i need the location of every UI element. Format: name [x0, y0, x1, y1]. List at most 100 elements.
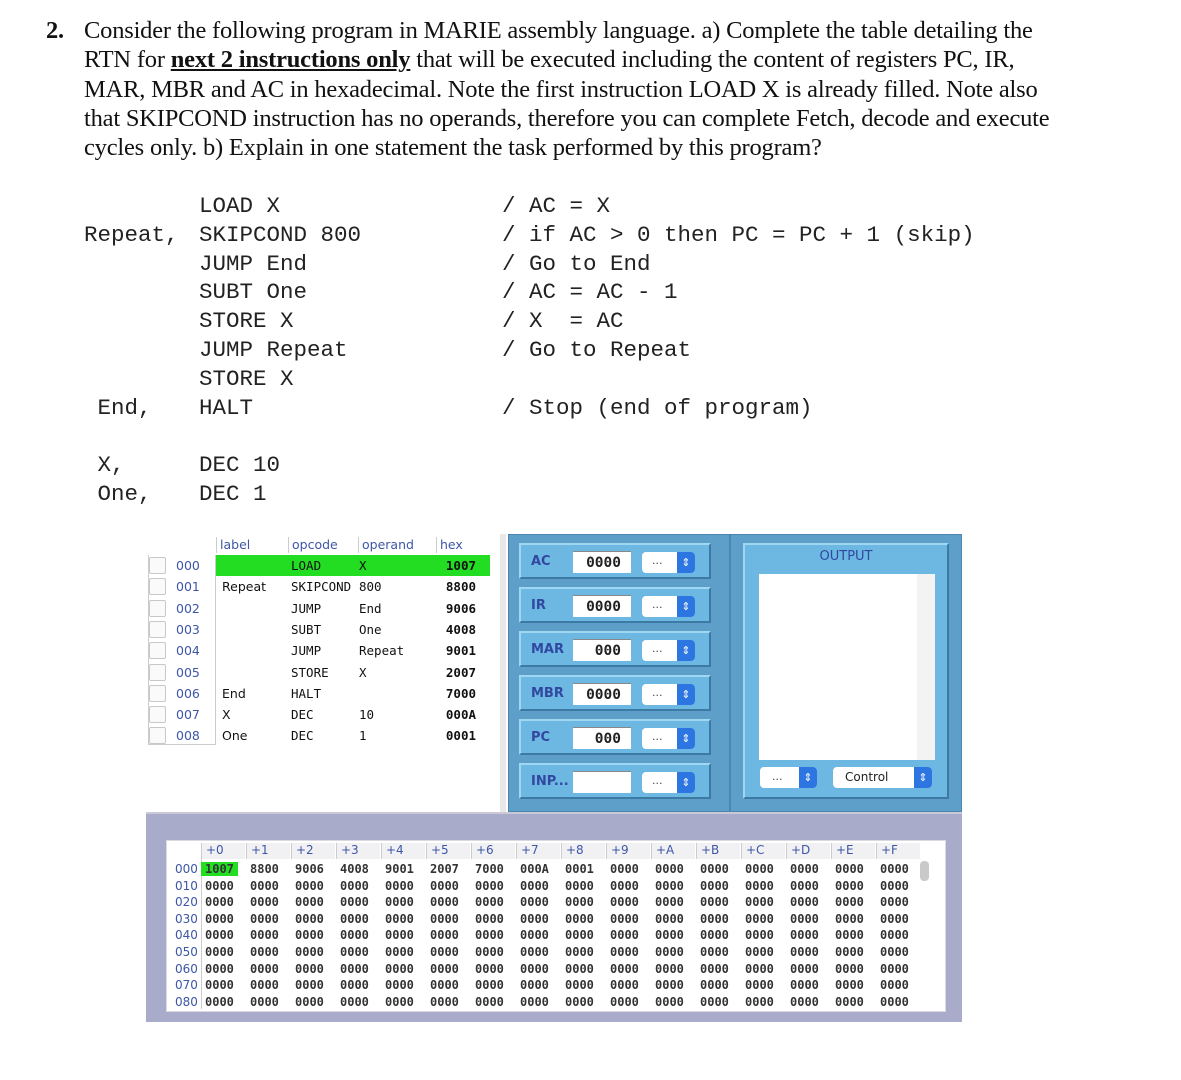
- memory-cell: 0000: [745, 994, 774, 1009]
- register-format-select[interactable]: ... ⇕: [642, 596, 695, 617]
- program-row[interactable]: 005 STORE X 2007: [146, 662, 500, 683]
- register-value-field[interactable]: [573, 771, 631, 793]
- memory-cell: 0000: [385, 911, 414, 926]
- register-value-field[interactable]: 000: [573, 727, 631, 749]
- program-row[interactable]: 000 LOAD X 1007: [146, 555, 500, 576]
- memory-row-address: 020: [175, 895, 198, 910]
- register-format-select[interactable]: ... ⇕: [642, 552, 695, 573]
- memory-cell: 0000: [250, 878, 279, 893]
- program-row[interactable]: 007 X DEC 10 000A: [146, 704, 500, 725]
- output-textarea[interactable]: [759, 574, 935, 760]
- program-address: 004: [176, 643, 200, 659]
- register-format-select[interactable]: ... ⇕: [642, 772, 695, 793]
- register-value-field[interactable]: 0000: [573, 551, 631, 573]
- memory-cell: 0000: [295, 945, 324, 959]
- output-format-select[interactable]: ... ⇕: [760, 767, 817, 788]
- breakpoint-checkbox[interactable]: [149, 663, 166, 681]
- code-instruction: DEC 1: [199, 480, 267, 507]
- memory-cell: 0000: [835, 895, 864, 910]
- breakpoint-checkbox[interactable]: [149, 706, 166, 724]
- memory-cell: 0000: [790, 978, 819, 993]
- memory-row: 010 0000 0000 0000 0000 0000 0000 0000 0000 0000 0…: [167, 878, 927, 895]
- program-opcode: DEC: [291, 707, 314, 723]
- memory-cell: 0000: [610, 945, 639, 959]
- code-instruction: LOAD X: [199, 193, 281, 219]
- memory-cell: 7000: [475, 862, 504, 876]
- memory-cell: 0000: [745, 945, 774, 959]
- program-address: 001: [176, 579, 200, 595]
- program-row[interactable]: 004 JUMP Repeat 9001: [146, 640, 500, 661]
- code-instruction: DEC 10: [199, 452, 281, 479]
- register-pc: PC 000... ⇕: [519, 719, 711, 755]
- register-format-select[interactable]: ... ⇕: [642, 640, 695, 661]
- output-box: OUTPUT ... ⇕ Control ⇕: [743, 543, 949, 799]
- memory-cell: 0000: [835, 928, 864, 943]
- chevron-updown-icon: ⇕: [677, 684, 695, 705]
- code-comment: / X = AC: [502, 308, 624, 335]
- memory-cell: 0000: [700, 911, 729, 926]
- memory-cell: 0000: [475, 895, 504, 910]
- program-row[interactable]: 006 End HALT 7000: [146, 683, 500, 704]
- breakpoint-checkbox[interactable]: [149, 684, 166, 702]
- memory-cell: 0000: [475, 994, 504, 1009]
- register-name: INP...: [531, 774, 569, 789]
- program-opcode: JUMP: [291, 643, 322, 659]
- program-address: 003: [176, 621, 200, 637]
- program-operand: One: [359, 621, 382, 637]
- memory-cell: 0000: [700, 945, 729, 959]
- memory-table: +0 +1 +2 +3 +4 +5 +6 +7 +8 +9 +A +B +C +D +E +F 000 1007 8…: [166, 840, 946, 1012]
- code-instruction: SUBT One: [199, 279, 308, 306]
- memory-cell: 0000: [520, 895, 549, 910]
- chevron-updown-icon: ⇕: [677, 552, 695, 573]
- memory-row: 080 0000 0000 0000 0000 0000 0000 0000 0000 0000 0…: [167, 994, 927, 1011]
- program-hex: 9001: [445, 643, 476, 659]
- breakpoint-checkbox[interactable]: [149, 727, 166, 745]
- code-instruction: STORE X: [199, 365, 294, 392]
- register-name: MBR: [531, 686, 564, 701]
- output-panel: OUTPUT ... ⇕ Control ⇕: [730, 534, 962, 812]
- chevron-updown-icon: ⇕: [677, 772, 695, 793]
- header-operand: operand: [358, 537, 434, 553]
- memory-cell: 0000: [250, 928, 279, 943]
- program-operand: X: [359, 558, 367, 573]
- breakpoint-checkbox[interactable]: [149, 599, 166, 617]
- breakpoint-checkbox[interactable]: [149, 557, 166, 574]
- program-opcode: SKIPCOND: [291, 579, 352, 595]
- program-row[interactable]: 003 SUBT One 4008: [146, 619, 500, 640]
- program-row[interactable]: 001 Repeat SKIPCOND 800 8800: [146, 576, 500, 597]
- memory-row: 070 0000 0000 0000 0000 0000 0000 0000 0000 0000 0…: [167, 977, 927, 994]
- breakpoint-checkbox[interactable]: [149, 578, 166, 596]
- register-format-select[interactable]: ... ⇕: [642, 684, 695, 705]
- memory-cell: 0000: [790, 928, 819, 943]
- header-label: label: [216, 537, 286, 553]
- memory-cell: 0000: [565, 895, 594, 910]
- program-hex: 9006: [445, 600, 476, 616]
- program-row[interactable]: 002 JUMP End 9006: [146, 598, 500, 619]
- program-row[interactable]: 008 One DEC 1 0001: [146, 725, 500, 746]
- memory-cell: 0000: [340, 928, 369, 943]
- chevron-updown-icon: ⇕: [677, 640, 695, 661]
- register-value-field[interactable]: 0000: [573, 683, 631, 705]
- register-value-field[interactable]: 0000: [573, 595, 631, 617]
- register-value-field[interactable]: 000: [573, 639, 631, 661]
- memory-cell: 0000: [610, 895, 639, 910]
- memory-cell: 0000: [790, 878, 819, 893]
- memory-cell: 0000: [250, 911, 279, 926]
- memory-cell: 0000: [790, 911, 819, 926]
- output-control-select[interactable]: Control ⇕: [833, 767, 932, 788]
- memory-cell: 0000: [700, 961, 729, 976]
- register-format-select[interactable]: ... ⇕: [642, 728, 695, 749]
- program-operand: End: [359, 600, 382, 616]
- program-hex: 2007: [445, 664, 476, 680]
- code-instruction: STORE X: [199, 308, 294, 335]
- breakpoint-checkbox[interactable]: [149, 642, 166, 660]
- memory-cell: 0000: [655, 878, 684, 893]
- memory-cell: 0000: [700, 994, 729, 1009]
- chevron-updown-icon: ⇕: [677, 728, 695, 749]
- memory-row-address: 080: [175, 994, 198, 1009]
- breakpoint-checkbox[interactable]: [149, 620, 166, 638]
- memory-row: 060 0000 0000 0000 0000 0000 0000 0000 0000 0000 0…: [167, 961, 927, 978]
- memory-row-address: 070: [175, 978, 198, 993]
- memory-row: 020 0000 0000 0000 0000 0000 0000 0000 0000 0000 0…: [167, 894, 927, 911]
- memory-cell: 0000: [385, 961, 414, 976]
